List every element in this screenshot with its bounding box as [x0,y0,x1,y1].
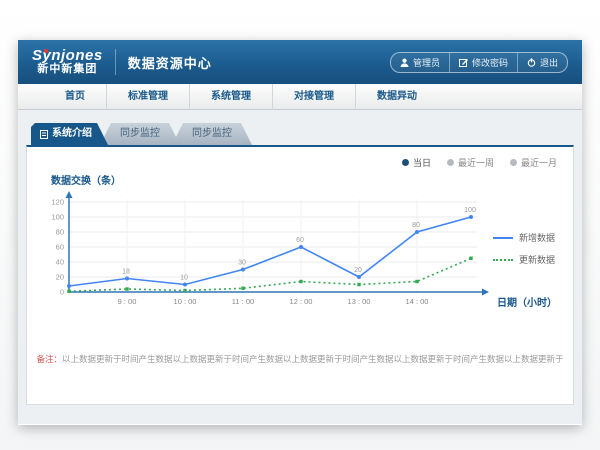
line-chart: 0 20 40 60 80 100 120 9 : 00 10 : 00 11 : 00 12 : … [39,189,491,316]
app-header: Synjones 新中新集团 数据资源中心 管理员 修改密码 [18,40,582,84]
radio-today[interactable]: 当日 [402,156,431,169]
logo-brand-text: Synjones [32,48,103,64]
time-range-filter: 当日 最近一周 最近一月 [402,156,557,169]
y-axis-title: 数据交换（条） [51,172,121,187]
legend-label: 更新数据 [519,253,555,266]
radio-label: 当日 [413,156,431,169]
legend-new-data: 新增数据 [493,231,555,244]
change-password-button[interactable]: 修改密码 [449,53,517,72]
nav-item-standard-management[interactable]: 标准管理 [106,84,189,110]
logout-button[interactable]: 退出 [517,53,567,72]
svg-text:40: 40 [56,258,64,267]
nav-item-docking-management[interactable]: 对接管理 [272,84,355,110]
radio-label: 最近一周 [458,156,494,169]
company-logo: Synjones 新中新集团 [32,48,103,75]
svg-text:100: 100 [464,207,476,214]
nav-item-system-management[interactable]: 系统管理 [189,84,272,110]
tab-system-introduction[interactable]: 系统介绍 [31,123,108,145]
footnote-text: 以上数据更新于时间产生数据以上数据更新于时间产生数据以上数据更新于时间产生数据以… [62,354,564,364]
change-password-label: 修改密码 [472,56,508,69]
user-icon [400,58,409,67]
dotted-line-swatch-icon [493,259,513,261]
svg-text:30: 30 [238,260,246,267]
svg-text:20: 20 [56,273,64,282]
tab-label: 同步监控 [192,128,232,139]
chart-panel: 当日 最近一周 最近一月 数据交换（条） 0 20 40 60 80 100 120 9 : … [26,145,574,405]
document-icon [40,130,48,139]
radio-dot-icon [402,159,409,166]
radio-label: 最近一月 [521,156,557,169]
svg-text:14 : 00: 14 : 00 [406,297,429,306]
content-area: 系统介绍 同步监控 同步监控 当日 最近一周 [18,110,582,424]
radio-dot-icon [447,159,454,166]
footnote: 备注：以上数据更新于时间产生数据以上数据更新于时间产生数据以上数据更新于时间产生… [27,353,573,365]
svg-text:11 : 00: 11 : 00 [232,297,254,306]
svg-text:80: 80 [56,228,64,237]
nav-item-home[interactable]: 首页 [44,84,106,110]
svg-text:60: 60 [296,237,304,244]
logo-company-name: 新中新集团 [37,64,97,76]
svg-text:13 : 00: 13 : 00 [348,297,371,306]
line-chart-svg: 0 20 40 60 80 100 120 9 : 00 10 : 00 11 : 00 12 : … [39,189,491,311]
tab-sync-monitor-2[interactable]: 同步监控 [172,123,252,145]
svg-text:100: 100 [51,213,64,222]
svg-text:12 : 00: 12 : 00 [290,297,313,306]
svg-text:9 : 00: 9 : 00 [118,297,137,306]
tab-sync-monitor-1[interactable]: 同步监控 [100,123,180,145]
svg-text:80: 80 [412,222,420,229]
footnote-prefix: 备注： [36,354,62,364]
legend-updated-data: 更新数据 [493,253,555,266]
logout-label: 退出 [540,56,558,69]
svg-text:60: 60 [56,243,64,252]
edit-pencil-icon [459,58,468,67]
main-nav: 首页 标准管理 系统管理 对接管理 数据异动 [18,84,582,110]
header-divider [115,49,116,75]
user-actions-group: 管理员 修改密码 退出 [390,52,568,73]
solid-line-swatch-icon [493,237,513,239]
power-icon [527,58,536,67]
app-window: Synjones 新中新集团 数据资源中心 管理员 修改密码 [18,40,582,425]
tab-bar: 系统介绍 同步监控 同步监控 [31,123,574,145]
current-user-label: 管理员 [413,56,440,69]
radio-dot-icon [510,159,517,166]
current-user-button[interactable]: 管理员 [391,53,449,72]
tab-label: 同步监控 [120,128,160,139]
nav-item-data-changes[interactable]: 数据异动 [355,84,438,110]
svg-text:0: 0 [60,288,64,297]
svg-text:10 : 00: 10 : 00 [174,297,197,306]
radio-last-week[interactable]: 最近一周 [447,156,494,169]
chart-legend: 新增数据 更新数据 [493,231,555,266]
tab-label: 系统介绍 [52,123,92,145]
x-axis-title: 日期（小时） [497,294,557,309]
svg-text:120: 120 [51,198,64,207]
svg-text:20: 20 [354,267,362,274]
page-title: 数据资源中心 [128,53,212,72]
radio-last-month[interactable]: 最近一月 [510,156,557,169]
svg-text:10: 10 [180,275,188,282]
legend-label: 新增数据 [519,231,555,244]
svg-text:18: 18 [122,269,130,276]
